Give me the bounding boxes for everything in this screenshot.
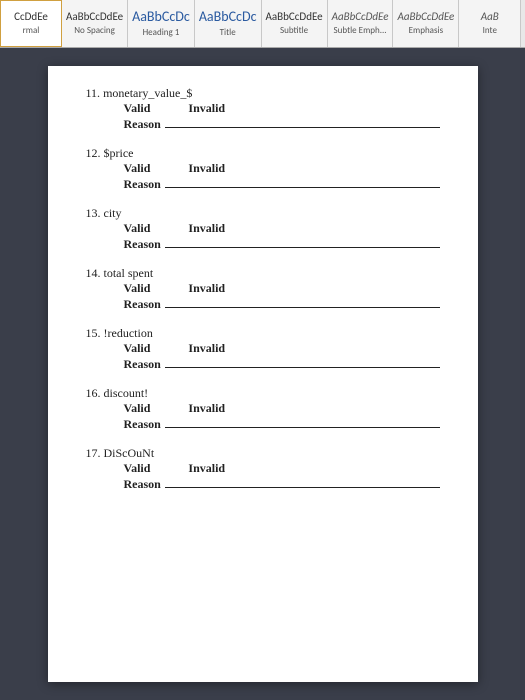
valid-invalid-row: Valid Invalid xyxy=(124,281,440,296)
question-text: $price xyxy=(104,146,134,160)
style-box-emphasis[interactable]: AaBbCcDdEe Emphasis xyxy=(393,0,459,47)
question-heading: 12. $price xyxy=(86,146,440,161)
styles-gallery: CcDdEe rmal AaBbCcDdEe No Spacing AaBbCcDc He… xyxy=(0,0,525,48)
invalid-option[interactable]: Invalid xyxy=(188,281,225,296)
question-number: 14. xyxy=(86,266,101,280)
valid-option[interactable]: Valid xyxy=(124,401,151,416)
reason-input-line[interactable] xyxy=(165,176,440,188)
reason-input-line[interactable] xyxy=(165,116,440,128)
question-text: city xyxy=(104,206,122,220)
question: 16. discount!Valid Invalid Reason xyxy=(86,386,440,432)
style-preview: AaBbCcDdEe xyxy=(332,11,389,22)
style-box-title[interactable]: AaBbCcDc Title xyxy=(195,0,262,47)
document-area: 11. monetary_value_$ValidInvalidReason12… xyxy=(0,48,525,700)
question: 15. !reductionValid Invalid Reason xyxy=(86,326,440,372)
valid-invalid-row: Valid Invalid xyxy=(124,101,440,116)
reason-label: Reason xyxy=(124,117,161,132)
question: 11. monetary_value_$Valid Invalid Reason xyxy=(86,86,440,132)
word-app-frame: CcDdEe rmal AaBbCcDdEe No Spacing AaBbCcDc He… xyxy=(0,0,525,700)
invalid-option[interactable]: Invalid xyxy=(188,101,225,116)
valid-invalid-row: Valid Invalid xyxy=(124,161,440,176)
question: 17. DiScOuNtValid Invalid Reason xyxy=(86,446,440,492)
valid-option[interactable]: Valid xyxy=(124,341,151,356)
invalid-option[interactable]: Invalid xyxy=(188,401,225,416)
style-preview: AaBbCcDdEe xyxy=(266,11,323,22)
reason-input-line[interactable] xyxy=(165,296,440,308)
question: 12. $priceValid Invalid Reason xyxy=(86,146,440,192)
style-preview: AaB xyxy=(481,11,499,22)
question-heading: 17. DiScOuNt xyxy=(86,446,440,461)
question-text: DiScOuNt xyxy=(104,446,155,460)
style-box-subtitle[interactable]: AaBbCcDdEe Subtitle xyxy=(262,0,328,47)
style-name: rmal xyxy=(23,25,40,36)
valid-option[interactable]: Valid xyxy=(124,161,151,176)
question-number: 11. xyxy=(86,86,101,100)
valid-invalid-row: Valid Invalid xyxy=(124,221,440,236)
question-text: !reduction xyxy=(104,326,153,340)
reason-row: Reason xyxy=(124,356,440,372)
document-page: 11. monetary_value_$ValidInvalidReason12… xyxy=(48,66,478,682)
reason-label: Reason xyxy=(124,237,161,252)
reason-label: Reason xyxy=(124,417,161,432)
invalid-option[interactable]: Invalid xyxy=(188,221,225,236)
style-name: Inte xyxy=(483,25,497,36)
question-number: 17. xyxy=(86,446,101,460)
reason-row: Reason xyxy=(124,416,440,432)
style-preview: AaBbCcDdEe xyxy=(66,11,123,22)
question-heading: 16. discount! xyxy=(86,386,440,401)
question-heading: 15. !reduction xyxy=(86,326,440,341)
style-name: Heading 1 xyxy=(143,27,180,38)
valid-option[interactable]: Valid xyxy=(124,101,151,116)
style-box-subtle-emph-[interactable]: AaBbCcDdEe Subtle Emph... xyxy=(328,0,394,47)
style-name: Subtle Emph... xyxy=(334,25,387,36)
reason-label: Reason xyxy=(124,477,161,492)
valid-option[interactable]: Valid xyxy=(124,221,151,236)
reason-input-line[interactable] xyxy=(165,356,440,368)
reason-row: Reason xyxy=(124,236,440,252)
question-number: 13. xyxy=(86,206,101,220)
reason-label: Reason xyxy=(124,297,161,312)
reason-input-line[interactable] xyxy=(165,416,440,428)
reason-row: Reason xyxy=(124,476,440,492)
question: 14. total spentValid Invalid Reason xyxy=(86,266,440,312)
style-box-inte[interactable]: AaB Inte xyxy=(459,0,521,47)
style-box-rmal[interactable]: CcDdEe rmal xyxy=(0,0,62,47)
question: 13. cityValid Invalid Reason xyxy=(86,206,440,252)
reason-input-line[interactable] xyxy=(165,236,440,248)
question-text: discount! xyxy=(104,386,149,400)
invalid-option[interactable]: Invalid xyxy=(188,461,225,476)
valid-option[interactable]: Valid xyxy=(124,281,151,296)
question-heading: 11. monetary_value_$ xyxy=(86,86,440,101)
question-number: 16. xyxy=(86,386,101,400)
question-number: 12. xyxy=(86,146,101,160)
reason-label: Reason xyxy=(124,177,161,192)
reason-input-line[interactable] xyxy=(165,476,440,488)
style-name: Subtitle xyxy=(280,25,308,36)
style-preview: CcDdEe xyxy=(14,11,48,22)
style-name: No Spacing xyxy=(74,25,115,36)
reason-row: Reason xyxy=(124,116,440,132)
style-box-no-spacing[interactable]: AaBbCcDdEe No Spacing xyxy=(62,0,128,47)
question-heading: 14. total spent xyxy=(86,266,440,281)
reason-row: Reason xyxy=(124,296,440,312)
style-preview: AaBbCcDc xyxy=(132,10,190,24)
question-heading: 13. city xyxy=(86,206,440,221)
style-name: Title xyxy=(220,27,236,38)
style-preview: AaBbCcDc xyxy=(199,10,257,24)
style-name: Emphasis xyxy=(409,25,443,36)
valid-invalid-row: Valid Invalid xyxy=(124,341,440,356)
invalid-option[interactable]: Invalid xyxy=(188,161,225,176)
question-text: total spent xyxy=(104,266,154,280)
style-preview: AaBbCcDdEe xyxy=(397,11,454,22)
reason-label: Reason xyxy=(124,357,161,372)
style-box-heading-1[interactable]: AaBbCcDc Heading 1 xyxy=(128,0,195,47)
question-number: 15. xyxy=(86,326,101,340)
valid-invalid-row: Valid Invalid xyxy=(124,401,440,416)
invalid-option[interactable]: Invalid xyxy=(188,341,225,356)
valid-invalid-row: Valid Invalid xyxy=(124,461,440,476)
question-text: monetary_value_$ xyxy=(103,86,192,100)
reason-row: Reason xyxy=(124,176,440,192)
valid-option[interactable]: Valid xyxy=(124,461,151,476)
